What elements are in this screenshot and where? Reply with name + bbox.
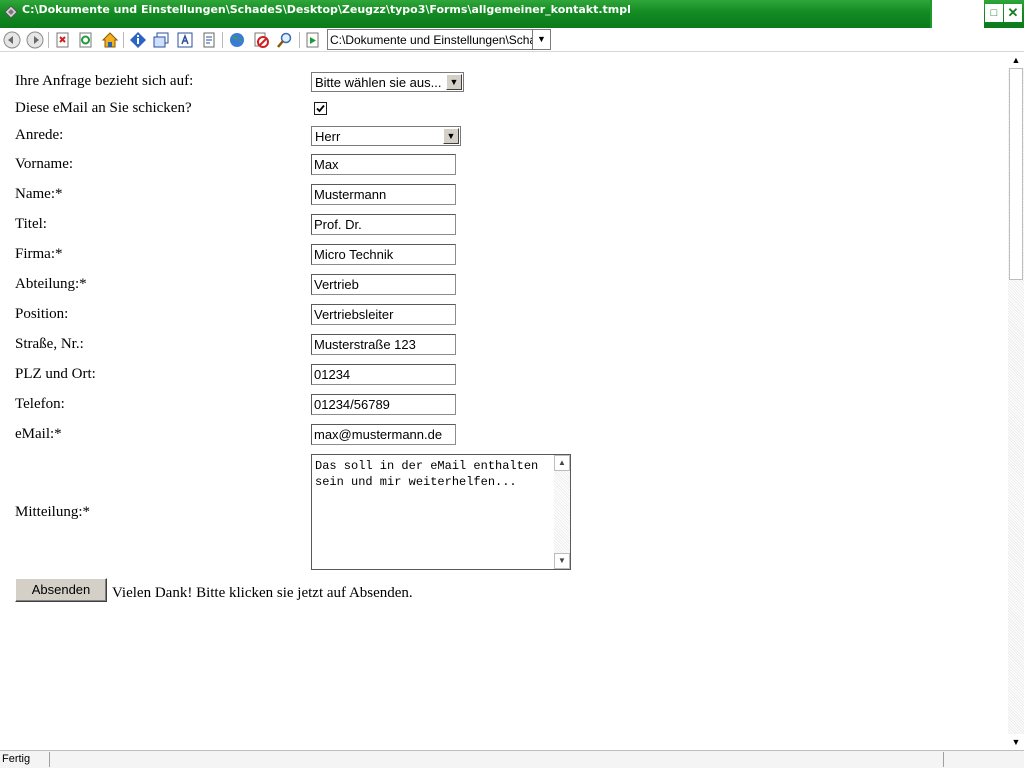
- info-icon[interactable]: [129, 31, 147, 49]
- zip-city-input[interactable]: 01234: [311, 364, 456, 385]
- name-input[interactable]: Mustermann: [311, 184, 456, 205]
- chevron-down-icon[interactable]: ▼: [443, 128, 459, 144]
- phone-input[interactable]: 01234/56789: [311, 394, 456, 415]
- salutation-select[interactable]: Herr ▼: [311, 126, 461, 146]
- message-text[interactable]: Das soll in der eMail enthalten sein und…: [315, 458, 553, 490]
- title-bar: C:\Dokumente und Einstellungen\SchadeS\D…: [0, 0, 1024, 28]
- app-icon: [4, 5, 18, 19]
- message-label: Mitteilung:*: [15, 504, 90, 520]
- go-icon[interactable]: [304, 31, 322, 49]
- title-bar-blank: [930, 0, 984, 28]
- position-input[interactable]: Vertriebsleiter: [311, 304, 456, 325]
- department-label: Abteilung:*: [15, 276, 87, 292]
- send-copy-label: Diese eMail an Sie schicken?: [15, 100, 192, 116]
- refresh-icon[interactable]: [77, 31, 95, 49]
- scroll-up-icon[interactable]: ▲: [554, 455, 570, 471]
- toolbar-separator: [299, 32, 300, 48]
- status-text: Fertig: [2, 753, 31, 765]
- position-label: Position:: [15, 306, 69, 322]
- status-pane-divider: [943, 752, 944, 767]
- salutation-select-value: Herr: [315, 129, 341, 144]
- scrollbar-thumb[interactable]: [1009, 68, 1023, 280]
- window-title: C:\Dokumente und Einstellungen\SchadeS\D…: [22, 3, 631, 16]
- company-label: Firma:*: [15, 246, 63, 262]
- checkmark-icon: [316, 104, 325, 113]
- chevron-down-icon[interactable]: ▼: [446, 74, 462, 90]
- name-label: Name:*: [15, 186, 63, 202]
- title-label: Titel:: [15, 216, 47, 232]
- no-entry-icon[interactable]: [252, 31, 270, 49]
- thanks-text: Vielen Dank! Bitte klicken sie jetzt auf…: [112, 585, 413, 601]
- text-icon[interactable]: [176, 31, 194, 49]
- home-icon[interactable]: [101, 31, 119, 49]
- firstname-input[interactable]: Max: [311, 154, 456, 175]
- scroll-down-icon[interactable]: ▼: [1008, 734, 1024, 750]
- zip-city-label: PLZ und Ort:: [15, 366, 96, 382]
- salutation-label: Anrede:: [15, 127, 64, 143]
- company-input[interactable]: Micro Technik: [311, 244, 456, 265]
- page-content: Ihre Anfrage bezieht sich auf: Bitte wäh…: [0, 52, 1008, 750]
- request-label: Ihre Anfrage bezieht sich auf:: [15, 73, 194, 89]
- department-input[interactable]: Vertrieb: [311, 274, 456, 295]
- maximize-button[interactable]: □: [985, 4, 1003, 22]
- page-scrollbar[interactable]: ▲ ▼: [1008, 52, 1024, 750]
- phone-label: Telefon:: [15, 396, 65, 412]
- page-icon[interactable]: [200, 31, 218, 49]
- message-scrollbar[interactable]: ▲ ▼: [554, 455, 570, 569]
- status-bar: Fertig: [0, 750, 1024, 768]
- street-label: Straße, Nr.:: [15, 336, 84, 352]
- email-input[interactable]: max@mustermann.de: [311, 424, 456, 445]
- toolbar: C:\Dokumente und Einstellungen\SchadeS ▼: [0, 28, 1024, 52]
- request-select[interactable]: Bitte wählen sie aus... ▼: [311, 72, 464, 92]
- address-bar[interactable]: C:\Dokumente und Einstellungen\SchadeS ▼: [327, 29, 551, 50]
- title-input[interactable]: Prof. Dr.: [311, 214, 456, 235]
- submit-button[interactable]: Absenden: [15, 578, 107, 602]
- firstname-label: Vorname:: [15, 156, 74, 172]
- toolbar-separator: [123, 32, 124, 48]
- close-button[interactable]: ✕: [1004, 4, 1022, 22]
- email-label: eMail:*: [15, 426, 62, 442]
- toolbar-separator: [222, 32, 223, 48]
- search-icon[interactable]: [276, 31, 294, 49]
- toolbar-separator: [48, 32, 49, 48]
- street-input[interactable]: Musterstraße 123: [311, 334, 456, 355]
- status-pane-divider: [49, 752, 50, 767]
- request-select-value: Bitte wählen sie aus...: [315, 75, 442, 90]
- send-copy-checkbox[interactable]: [314, 102, 327, 115]
- scroll-down-icon[interactable]: ▼: [554, 553, 570, 569]
- stop-icon[interactable]: [54, 31, 72, 49]
- scroll-up-icon[interactable]: ▲: [1008, 52, 1024, 68]
- message-textarea[interactable]: Das soll in der eMail enthalten sein und…: [311, 454, 571, 570]
- new-window-icon[interactable]: [152, 31, 170, 49]
- globe-icon[interactable]: [228, 31, 246, 49]
- address-input[interactable]: C:\Dokumente und Einstellungen\SchadeS: [330, 33, 532, 47]
- forward-icon[interactable]: [26, 31, 44, 49]
- address-dropdown-button[interactable]: ▼: [532, 30, 550, 49]
- back-icon[interactable]: [3, 31, 21, 49]
